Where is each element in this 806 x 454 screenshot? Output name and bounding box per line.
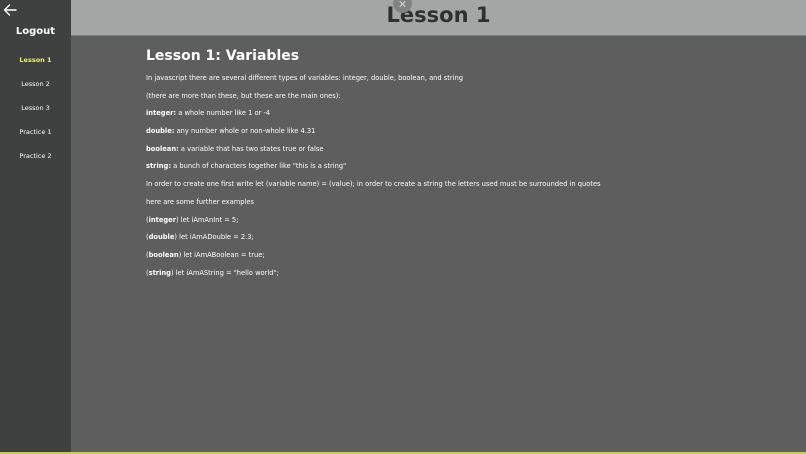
example-term: string [148, 268, 171, 277]
example-code: ) let iAmAnInt = 5; [176, 215, 239, 224]
type-description: any number whole or non-whole like 4.31 [174, 127, 316, 136]
logout-button[interactable]: Logout [0, 26, 71, 37]
lesson-heading: Lesson 1: Variables [146, 48, 300, 64]
sidebar-item-lesson-1[interactable]: Lesson 1 [0, 56, 71, 64]
page-header: Lesson 1 [71, 0, 806, 36]
lesson-examples-note: here are some further examples [146, 197, 254, 206]
lesson-create-note: In order to create one first write let (… [146, 180, 601, 189]
close-button[interactable] [393, 0, 412, 13]
type-double: double: any number whole or non-whole li… [146, 127, 796, 135]
example-code: ) let iAmABoolean = true; [178, 250, 265, 259]
type-term: string: [146, 162, 171, 171]
type-description: a bunch of characters together like "thi… [171, 162, 347, 171]
example-term: double [148, 233, 175, 242]
lesson-intro-note: (there are more than these, but these ar… [146, 91, 341, 100]
example-term: integer [148, 215, 177, 224]
sidebar: Logout Lesson 1 Lesson 2 Lesson 3 Practi… [0, 0, 71, 452]
type-term: double: [146, 127, 175, 136]
lesson-content: Lesson 1: Variables In javascript there … [146, 48, 796, 286]
app-window: Logout Lesson 1 Lesson 2 Lesson 3 Practi… [0, 0, 806, 454]
example-double: (double) let iAmADouble = 2.3; [146, 233, 796, 241]
arrow-left-icon [3, 4, 17, 16]
back-button[interactable] [2, 2, 18, 18]
type-string: string: a bunch of characters together l… [146, 162, 796, 170]
sidebar-item-practice-2[interactable]: Practice 2 [0, 152, 71, 160]
sidebar-item-lesson-2[interactable]: Lesson 2 [0, 80, 71, 88]
type-description: a variable that has two states true or f… [178, 144, 324, 153]
example-string: (string) let iAmAString = "hello world"; [146, 269, 796, 277]
example-term: boolean [148, 250, 179, 259]
example-code: ) let iAmADouble = 2.3; [174, 233, 254, 242]
type-term: integer: [146, 109, 177, 118]
page-title: Lesson 1 [386, 3, 491, 27]
type-description: a whole number like 1 or -4 [176, 109, 271, 118]
type-integer: integer: a whole number like 1 or -4 [146, 109, 796, 117]
sidebar-item-lesson-3[interactable]: Lesson 3 [0, 104, 71, 112]
type-boolean: boolean: a variable that has two states … [146, 145, 796, 153]
close-icon [399, 1, 406, 7]
lesson-intro: In javascript there are several differen… [146, 74, 463, 82]
example-code: ) let iAmAString = "hello world"; [170, 268, 279, 277]
example-integer: (integer) let iAmAnInt = 5; [146, 216, 796, 224]
sidebar-item-practice-1[interactable]: Practice 1 [0, 128, 71, 136]
example-boolean: (boolean) let iAmABoolean = true; [146, 251, 796, 259]
type-term: boolean: [146, 144, 179, 153]
